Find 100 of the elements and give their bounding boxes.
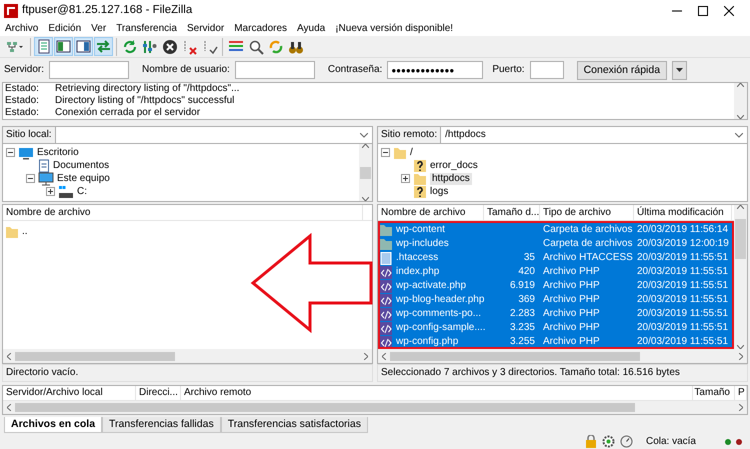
scroll-down-icon[interactable] xyxy=(362,197,369,201)
menu-item[interactable]: Ver xyxy=(91,23,106,35)
file-row[interactable]: wp-config-sample.... 3.235 Archivo PHP 20/03/2019 11:55:51 xyxy=(380,321,732,335)
scroll-thumb[interactable] xyxy=(390,352,640,360)
menu-item[interactable]: Transferencia xyxy=(116,23,177,35)
column-header[interactable]: Direcci... xyxy=(136,386,181,400)
column-header[interactable]: Tipo de archivo xyxy=(540,205,634,220)
toolbar-button[interactable] xyxy=(34,37,53,56)
username-label: Nombre de usuario: xyxy=(142,64,230,76)
caret-icon xyxy=(676,68,684,72)
column-header[interactable]: Última modificación xyxy=(634,205,732,220)
file-row[interactable]: index.php 420 Archivo PHP 20/03/2019 11:55:51 xyxy=(380,265,732,279)
port-label: Puerto: xyxy=(492,64,525,76)
toolbar-button[interactable] xyxy=(160,37,179,56)
menu-item[interactable]: Edición xyxy=(48,23,82,35)
file-name: wp-includes xyxy=(396,238,449,250)
speedometer-icon xyxy=(620,435,633,448)
server-field[interactable] xyxy=(49,61,130,79)
expand-icon[interactable] xyxy=(401,174,410,183)
menu-item[interactable]: Marcadores xyxy=(234,23,288,35)
file-name: wp-config-sample.... xyxy=(396,322,486,334)
tree-item[interactable]: Este equipo xyxy=(57,172,110,184)
menu-item[interactable]: ¡Nueva versión disponible! xyxy=(335,23,454,35)
file-name: .. xyxy=(22,226,28,238)
maximize-icon[interactable] xyxy=(698,6,708,16)
tab[interactable]: Transferencias fallidas xyxy=(102,417,221,433)
file-row[interactable]: wp-comments-po... 2.283 Archivo PHP 20/03/2019 11:55:51 xyxy=(380,307,732,321)
menu-item[interactable]: Ayuda xyxy=(297,23,326,35)
scroll-right-icon[interactable] xyxy=(739,404,743,411)
dropdown-icon[interactable] xyxy=(735,132,743,138)
status-text: Directorio vacío. xyxy=(2,364,373,382)
port-field[interactable] xyxy=(530,61,564,79)
password-field[interactable]: ●●●●●●●●●●●●● xyxy=(387,61,484,79)
log-message: Retrieving directory listing of "/httpdocs"... xyxy=(55,83,240,95)
close-icon[interactable] xyxy=(724,6,734,16)
file-row[interactable]: wp-content Carpeta de archivos 20/03/2019 11:56:14 xyxy=(380,223,732,237)
scroll-thumb[interactable] xyxy=(15,402,635,412)
php-file-icon xyxy=(380,280,392,292)
scroll-right-icon[interactable] xyxy=(739,352,743,360)
column-header[interactable]: P xyxy=(735,386,747,400)
tree-item[interactable]: Escritorio xyxy=(37,146,79,158)
quick-connect-button[interactable]: Conexión rápida xyxy=(576,60,668,80)
file-row[interactable]: .. xyxy=(6,225,372,239)
toolbar-button[interactable] xyxy=(74,37,93,56)
tree-item[interactable]: error_docs xyxy=(430,160,478,172)
file-row[interactable]: wp-includes Carpeta de archivos 20/03/2019 12:00:19 xyxy=(380,237,732,251)
scroll-down-icon[interactable] xyxy=(737,115,744,119)
menu-item[interactable]: Servidor xyxy=(186,23,224,35)
tree-item[interactable]: httpdocs xyxy=(430,172,472,184)
scroll-thumb[interactable] xyxy=(15,352,175,360)
lock-icon xyxy=(584,435,597,448)
username-field[interactable] xyxy=(234,61,315,79)
tree-item[interactable]: C: xyxy=(77,186,87,198)
file-row[interactable]: wp-activate.php 6.919 Archivo PHP 20/03/2019 11:55:51 xyxy=(380,279,732,293)
document-icon xyxy=(38,158,50,172)
file-row[interactable]: .htaccess 35 Archivo HTACCESS 20/03/2019 11:55:51 xyxy=(380,251,732,265)
scroll-thumb[interactable] xyxy=(735,219,746,259)
tab[interactable]: Archivos en cola xyxy=(4,417,102,433)
scroll-left-icon[interactable] xyxy=(7,404,11,411)
local-tree-icon xyxy=(56,38,72,54)
tree-item[interactable]: / xyxy=(410,146,413,158)
column-header[interactable]: Archivo remoto xyxy=(181,386,693,400)
file-type: Archivo PHP xyxy=(542,322,601,334)
tree-item[interactable]: Documentos xyxy=(53,160,110,172)
column-header[interactable]: Tamaño d... xyxy=(484,205,540,220)
dropdown-button[interactable] xyxy=(672,60,688,80)
file-modified: 20/03/2019 11:55:51 xyxy=(636,322,730,334)
collapse-icon[interactable] xyxy=(26,174,35,183)
collapse-icon[interactable] xyxy=(381,148,390,157)
scroll-thumb[interactable] xyxy=(360,166,371,178)
column-header[interactable]: Tamaño xyxy=(693,386,735,400)
column-header[interactable]: Nombre de archivo xyxy=(3,205,363,220)
path-field[interactable]: /httpdocs xyxy=(441,129,731,141)
scroll-left-icon[interactable] xyxy=(382,352,386,360)
expand-icon[interactable] xyxy=(46,187,55,196)
scroll-right-icon[interactable] xyxy=(364,352,368,360)
scroll-down-icon[interactable] xyxy=(737,345,744,349)
menu-item[interactable]: Archivo xyxy=(5,23,38,35)
site-label: Sitio remoto: xyxy=(378,127,442,143)
scroll-left-icon[interactable] xyxy=(7,352,11,360)
tree-item[interactable]: logs xyxy=(430,186,448,198)
file-row[interactable]: wp-config.php 3.255 Archivo PHP 20/03/2019 11:55:51 xyxy=(380,335,732,349)
toolbar-button[interactable] xyxy=(54,37,73,56)
collapse-icon[interactable] xyxy=(6,148,15,157)
tab[interactable]: Transferencias satisfactorias xyxy=(220,417,368,433)
file-row[interactable]: wp-blog-header.php 369 Archivo PHP 20/03/2019 11:55:51 xyxy=(380,293,732,307)
file-size: 3.255 xyxy=(508,336,536,348)
reconnect-icon xyxy=(202,38,218,54)
column-header[interactable]: Servidor/Archivo local xyxy=(3,386,136,400)
monitor-icon xyxy=(38,172,54,186)
server-label: Servidor: xyxy=(4,64,44,76)
scroll-up-icon[interactable] xyxy=(737,205,744,209)
message-log-icon xyxy=(36,38,52,54)
file-modified: 20/03/2019 11:55:51 xyxy=(636,266,730,278)
dropdown-icon[interactable] xyxy=(360,132,368,138)
file-type: Archivo PHP xyxy=(542,294,601,306)
column-header[interactable]: Nombre de archivo xyxy=(378,205,484,220)
scroll-up-icon[interactable] xyxy=(362,144,369,148)
file-type: Archivo HTACCESS xyxy=(542,252,633,264)
scroll-up-icon[interactable] xyxy=(737,83,744,87)
